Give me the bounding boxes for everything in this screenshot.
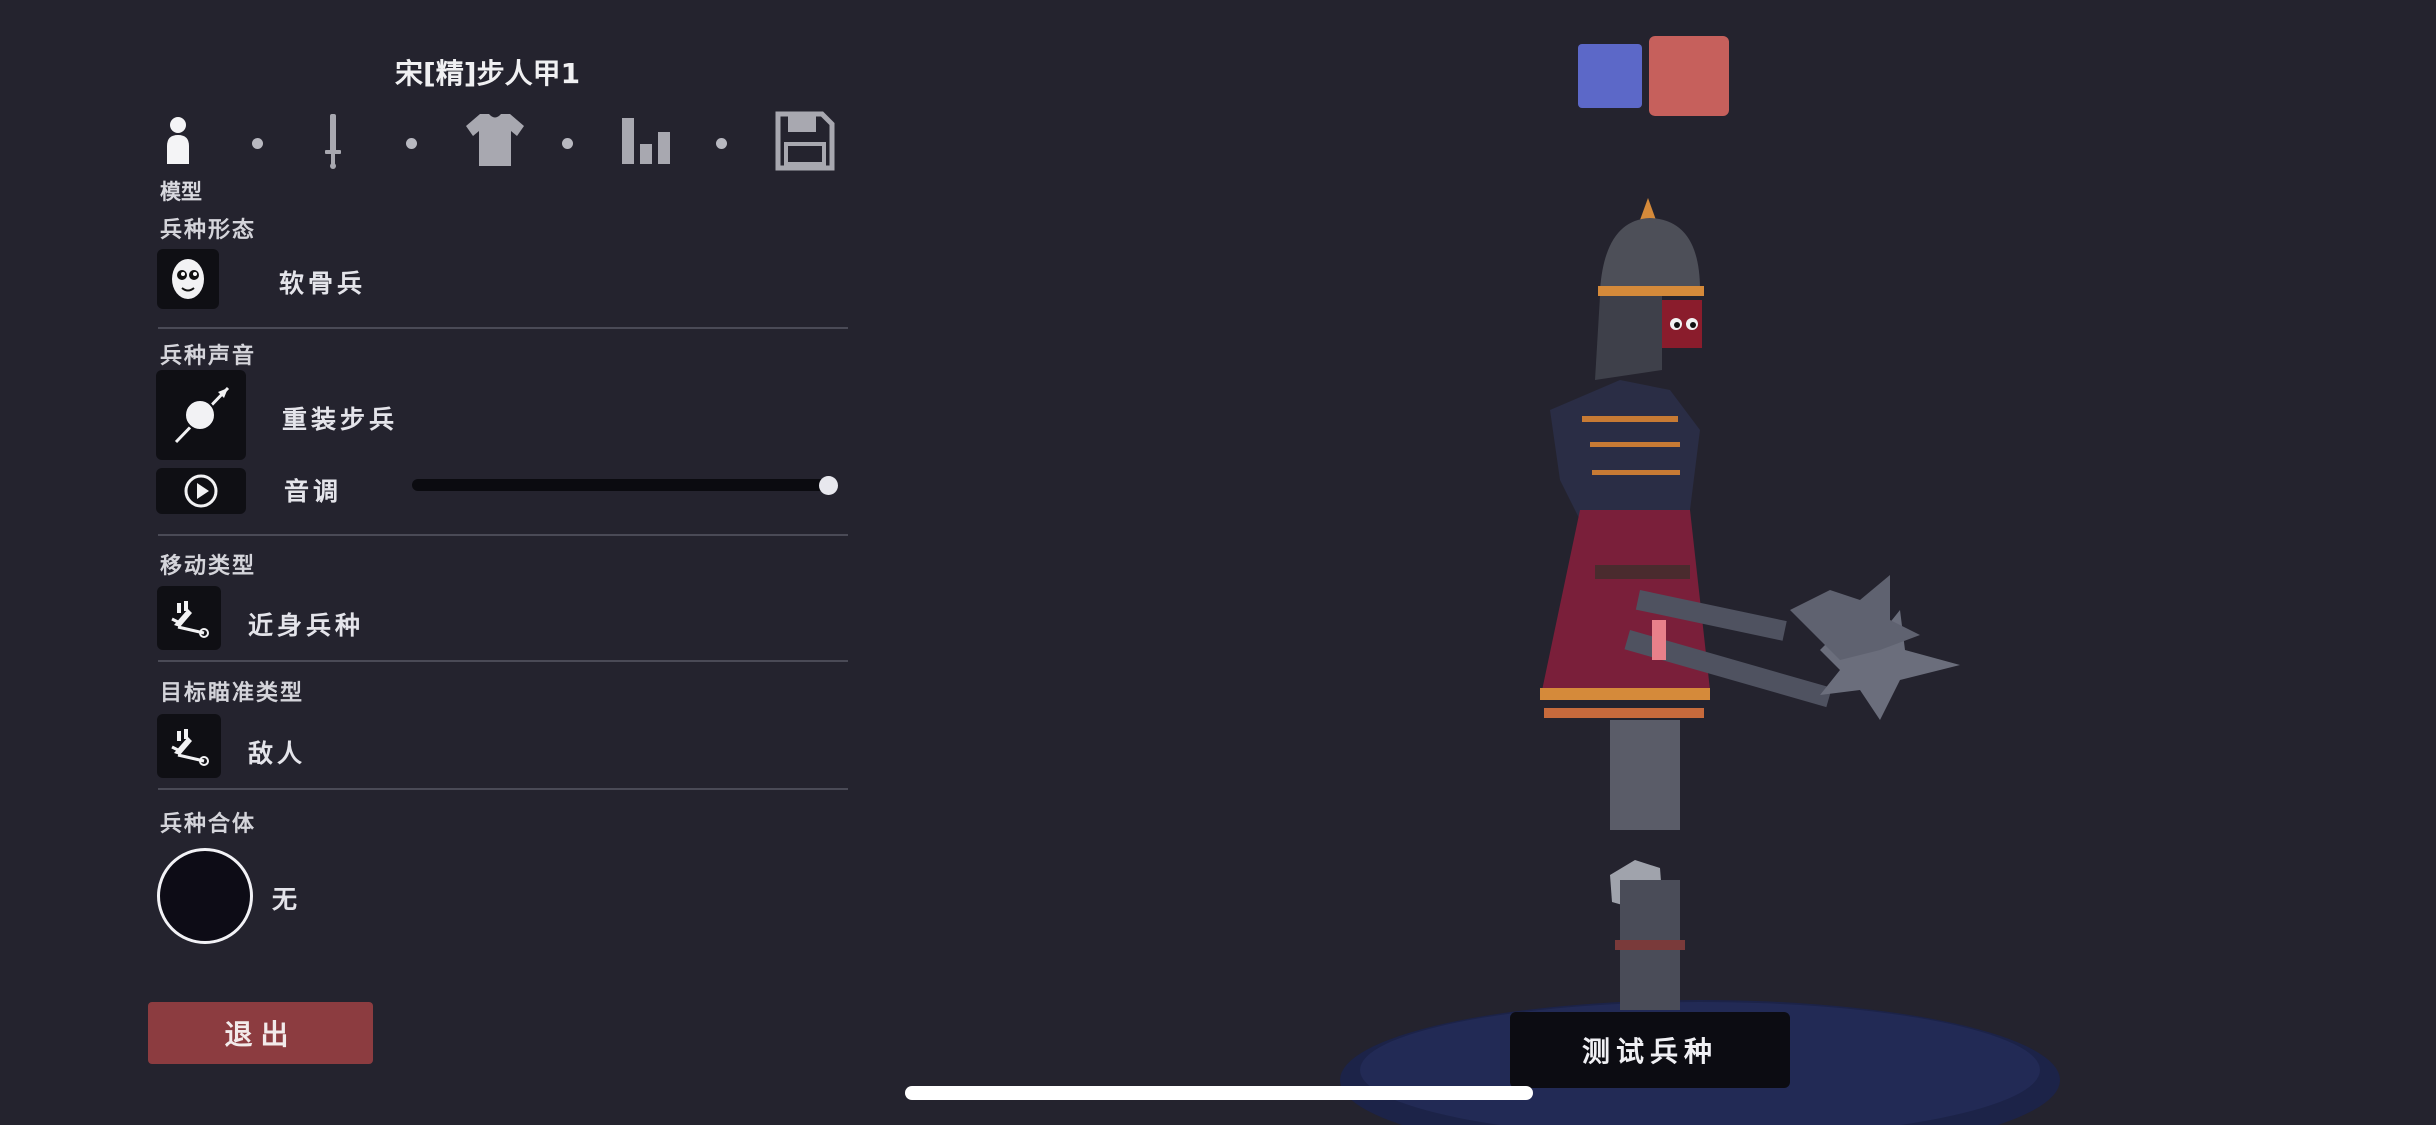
pitch-slider-track[interactable]: [412, 479, 838, 491]
unit-combination-value: 无: [272, 885, 302, 914]
person-icon: [167, 117, 189, 164]
tab-model[interactable]: [150, 108, 216, 174]
section-divider: [158, 327, 848, 329]
tab-separator-dot: [716, 138, 727, 149]
unit-form-title: 兵种形态: [160, 218, 257, 243]
unit-voice-title: 兵种声音: [160, 344, 257, 369]
pitch-slider-handle[interactable]: [819, 476, 838, 495]
exit-button[interactable]: 退出: [148, 1002, 373, 1064]
movement-type-title: 移动类型: [160, 554, 257, 579]
movement-type-icon-button[interactable]: [157, 586, 221, 650]
save-icon: [775, 111, 835, 171]
tab-save[interactable]: [772, 108, 838, 174]
unit-voice-icon-button[interactable]: [156, 370, 246, 460]
pitch-label: 音调: [284, 477, 343, 506]
play-icon: [184, 474, 218, 508]
active-tab-label: 模型: [160, 180, 202, 204]
play-voice-button[interactable]: [156, 468, 246, 514]
stats-icon: [622, 118, 670, 164]
soldier-model-preview: [1340, 198, 2060, 1125]
targeting-type-icon-button[interactable]: [157, 714, 221, 778]
spear-shield-icon: [174, 386, 230, 444]
unit-voice-value[interactable]: 重装步兵: [282, 400, 398, 436]
team-blue-button[interactable]: [1578, 44, 1642, 108]
team-red-button[interactable]: [1649, 36, 1729, 116]
editor-tabs: [150, 108, 840, 188]
unit-combination-button[interactable]: [157, 848, 253, 944]
unit-name-title: 宋[精]步人甲1: [395, 57, 581, 90]
home-indicator[interactable]: [905, 1086, 1533, 1100]
tab-clothing[interactable]: [462, 108, 528, 174]
ragdoll-face-icon: [172, 259, 204, 299]
tab-separator-dot: [406, 138, 417, 149]
target-icon: [171, 729, 209, 766]
movement-type-value[interactable]: 近身兵种: [248, 606, 364, 642]
section-divider: [158, 788, 848, 790]
movement-icon: [171, 601, 209, 638]
unit-preview-viewport[interactable]: [1200, 180, 2100, 1125]
targeting-type-title: 目标瞄准类型: [160, 681, 305, 706]
tab-separator-dot: [562, 138, 573, 149]
targeting-type-value[interactable]: 敌人: [248, 734, 306, 770]
sword-icon: [325, 114, 341, 169]
tab-weapons[interactable]: [306, 108, 372, 174]
test-unit-button[interactable]: 测试兵种: [1510, 1012, 1790, 1088]
unit-form-value[interactable]: 软骨兵: [279, 264, 366, 300]
tab-separator-dot: [252, 138, 263, 149]
shirt-icon: [466, 114, 524, 166]
unit-editor-panel: 宋[精]步人甲1 模型 兵种形态 软骨兵 兵种声音 重装步兵 音调 移动类型 近…: [0, 0, 860, 1125]
unit-combination-title: 兵种合体: [160, 812, 257, 837]
tab-stats[interactable]: [616, 108, 682, 174]
section-divider: [158, 660, 848, 662]
unit-form-icon-button[interactable]: [157, 249, 219, 309]
section-divider: [158, 534, 848, 536]
